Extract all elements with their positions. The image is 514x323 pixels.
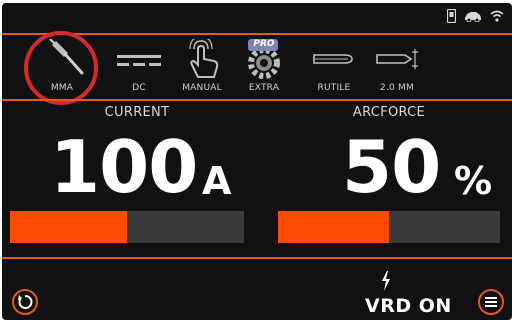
status-bar [2,3,512,33]
mode-label: EXTRA [248,83,280,93]
rutile-electrode-icon [304,39,364,79]
mode-label: 2.0 MM [380,83,414,93]
mode-label: DC [132,83,146,93]
mode-manual[interactable]: MANUAL [172,36,232,99]
bottom-divider [2,257,512,259]
mode-rutile[interactable]: RUTILE [304,37,364,99]
arcforce-unit: % [454,159,493,203]
arcforce-value[interactable]: 50 [342,131,441,203]
mode-electrode-diameter[interactable]: 2.0 MM [367,37,427,99]
mode-dc[interactable]: DC [109,37,169,99]
current-title: CURRENT [104,105,170,120]
current-value[interactable]: 100 [50,131,198,203]
arcforce-bar-fill [278,211,389,243]
pro-badge: PRO [253,39,275,49]
mode-label: MANUAL [182,83,222,93]
arcforce-bar[interactable] [278,211,500,243]
vrd-status: VRD ON [365,295,452,317]
car-icon [464,10,482,22]
selected-mode-circle [24,31,98,105]
direct-current-icon [109,39,169,79]
lightning-icon [380,271,392,295]
wifi-icon [490,10,504,22]
mode-divider [2,99,512,101]
arcforce-title: ARCFORCE [352,105,426,120]
mode-bar: MMA DC MANUAL PRO EXTRA RUTILE 2.0 MM [2,31,512,105]
current-unit: A [202,159,232,203]
mode-label: RUTILE [317,83,351,93]
pro-gear-icon: PRO [234,39,294,79]
usb-drive-icon [447,9,456,23]
current-bar-fill [10,211,127,243]
menu-button[interactable] [478,289,504,315]
current-bar[interactable] [10,211,244,243]
mode-extra[interactable]: PRO EXTRA [234,37,294,99]
hand-touch-icon [172,36,232,79]
welder-screen: MMA DC MANUAL PRO EXTRA RUTILE 2.0 MM CU… [2,3,512,320]
electrode-diameter-icon [367,39,427,79]
reset-button[interactable] [12,289,38,315]
